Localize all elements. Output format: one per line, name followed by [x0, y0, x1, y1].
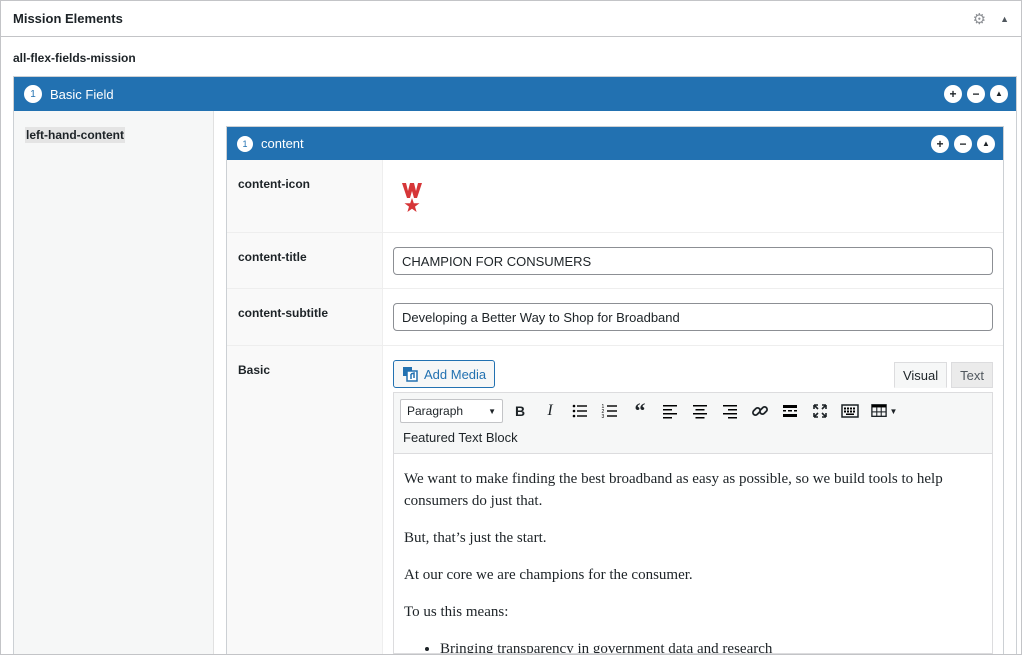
field-label: Basic [227, 346, 383, 654]
editor-bullet-item: Bringing transparency in government data… [440, 638, 982, 653]
remove-layout-icon[interactable]: − [967, 85, 985, 103]
panel-title: Mission Elements [13, 11, 123, 26]
blockquote-icon[interactable]: “ [627, 398, 653, 424]
field-label: content-title [227, 233, 383, 288]
field-row-content-title: content-title [227, 233, 1003, 289]
editor-paragraph: We want to make finding the best broadba… [404, 471, 943, 509]
left-label-column: left-hand-content [14, 111, 214, 654]
remove-inner-layout-icon[interactable]: − [954, 134, 972, 153]
field-label: content-subtitle [227, 289, 383, 345]
field-row-content-icon: content-icon [227, 160, 1003, 233]
link-icon[interactable] [747, 398, 773, 424]
mission-elements-panel: Mission Elements ⚙ ▲ all-flex-fields-mis… [0, 0, 1022, 655]
svg-text:3: 3 [602, 414, 605, 420]
table-icon[interactable]: ▼ [867, 398, 901, 424]
italic-icon[interactable]: I [537, 398, 563, 424]
inner-order-number: 1 [237, 135, 253, 152]
logo-icon[interactable] [401, 182, 423, 214]
add-media-button[interactable]: Add Media [393, 360, 496, 388]
flex-layout-basic-field: 1 Basic Field + − ▲ left-hand-content 1 … [13, 76, 1017, 654]
collapse-layout-icon[interactable]: ▲ [990, 85, 1008, 103]
left-hand-content-label: left-hand-content [25, 127, 125, 143]
collapse-inner-layout-icon[interactable]: ▲ [977, 134, 995, 153]
bold-icon[interactable]: B [507, 398, 533, 424]
editor-bullet-list: Bringing transparency in government data… [404, 638, 982, 653]
select-arrow-icon: ▼ [488, 406, 496, 416]
bullet-list-icon[interactable] [567, 398, 593, 424]
table-dropdown-arrow-icon: ▼ [889, 406, 898, 416]
editor-content-area[interactable]: We want to make finding the best broadba… [393, 454, 993, 654]
right-content-column: 1 content + − ▲ content-icon content-tit… [214, 111, 1016, 654]
tab-visual[interactable]: Visual [893, 362, 948, 388]
align-center-icon[interactable] [687, 398, 713, 424]
fullscreen-icon[interactable] [807, 398, 833, 424]
format-select[interactable]: Paragraph ▼ [400, 399, 503, 423]
editor-toolbar: Paragraph ▼ B I 123 “ ▼ Featured Text Bl… [393, 392, 993, 454]
layout-title: Basic Field [50, 86, 114, 102]
add-inner-layout-icon[interactable]: + [931, 134, 949, 153]
content-title-input[interactable] [393, 247, 993, 275]
field-row-basic: Basic Add Media Visual Text Paragraph ▼ … [227, 346, 1003, 654]
field-label: content-icon [227, 160, 383, 232]
inner-layout-content: 1 content + − ▲ content-icon content-tit… [226, 126, 1004, 654]
panel-tools: ⚙ ▲ [973, 10, 1009, 28]
align-left-icon[interactable] [657, 398, 683, 424]
format-select-value: Paragraph [407, 404, 464, 418]
field-name-label: all-flex-fields-mission [13, 51, 136, 65]
editor-paragraph: But, that’s just the start. [404, 530, 547, 546]
editor-paragraph: At our core we are champions for the con… [404, 567, 693, 583]
add-media-label: Add Media [424, 366, 487, 382]
layout-handle[interactable]: 1 Basic Field + − ▲ [14, 77, 1016, 111]
gear-icon[interactable]: ⚙ [973, 10, 986, 28]
keyboard-toolbar-toggle-icon[interactable] [837, 398, 863, 424]
content-subtitle-input[interactable] [393, 303, 993, 331]
add-layout-icon[interactable]: + [944, 85, 962, 103]
inner-layout-title: content [261, 136, 304, 151]
tab-text[interactable]: Text [951, 362, 993, 388]
media-icon [403, 367, 418, 382]
style-select[interactable]: Featured Text Block [400, 424, 986, 448]
numbered-list-icon[interactable]: 123 [597, 398, 623, 424]
panel-header: Mission Elements ⚙ ▲ [1, 1, 1021, 37]
collapse-arrow-icon[interactable]: ▲ [1000, 14, 1009, 24]
inner-layout-handle[interactable]: 1 content + − ▲ [227, 127, 1003, 160]
layout-order-number: 1 [24, 85, 42, 103]
align-right-icon[interactable] [717, 398, 743, 424]
editor-paragraph: To us this means: [404, 604, 509, 620]
read-more-icon[interactable] [777, 398, 803, 424]
field-row-content-subtitle: content-subtitle [227, 289, 1003, 346]
